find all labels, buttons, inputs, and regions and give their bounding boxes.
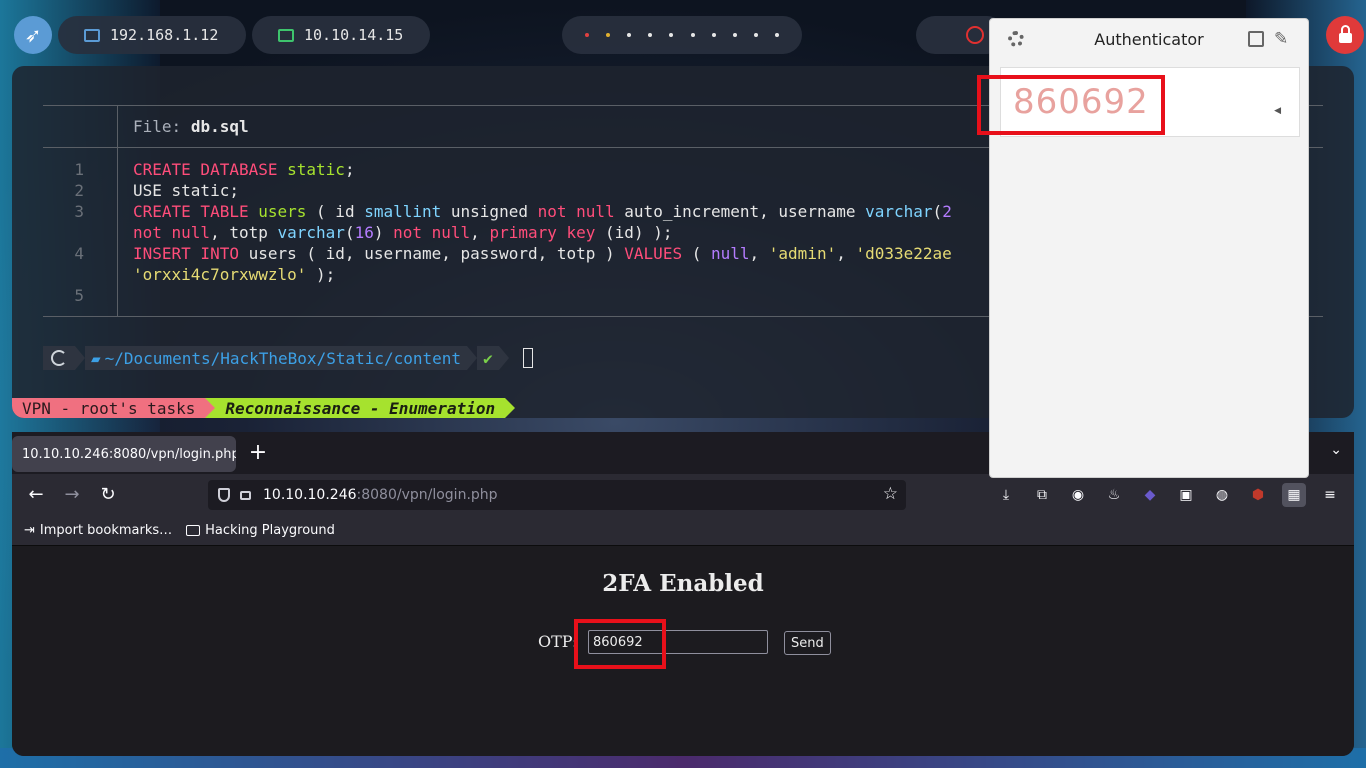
- workspace-dot[interactable]: [775, 33, 780, 37]
- prompt-separator: [498, 346, 509, 370]
- nav-bar: ← → ↻ 10.10.10.246:8080/vpn/login.php ☆ …: [12, 474, 1354, 516]
- extension-cookie-icon[interactable]: ◍: [1210, 483, 1234, 507]
- file-label: File:: [133, 117, 182, 136]
- tab-list-chevron-icon[interactable]: ⌄: [1330, 442, 1342, 458]
- extension-hat-icon[interactable]: ♨: [1102, 483, 1126, 507]
- shell-prompt: ▰ ~/Documents/HackTheBox/Static/content …: [43, 346, 533, 370]
- bookmarks-toolbar: ⇥ Import bookmarks… Hacking Playground: [12, 516, 1354, 546]
- line-number: 1: [74, 160, 84, 179]
- workspace-dot[interactable]: [690, 33, 695, 37]
- task-separator: [205, 398, 216, 418]
- debian-swirl-icon: [51, 350, 67, 366]
- prompt-separator: [75, 346, 85, 370]
- page-title: 2FA Enabled: [602, 570, 764, 597]
- laptop-icon: [278, 28, 294, 42]
- folder-icon: ▰: [91, 348, 101, 368]
- tracking-shield-icon[interactable]: [218, 488, 230, 502]
- local-ip-pill[interactable]: 192.168.1.12: [58, 16, 246, 54]
- code-line-1: CREATE DATABASE static;: [133, 160, 355, 179]
- prompt-path-segment: ▰ ~/Documents/HackTheBox/Static/content: [85, 346, 468, 370]
- check-icon: ✔: [483, 348, 493, 368]
- workspace-switcher[interactable]: [562, 16, 802, 54]
- url-path: :8080/vpn/login.php: [356, 487, 498, 503]
- line-number: 3: [74, 202, 84, 221]
- bookmark-star-icon[interactable]: ☆: [883, 484, 898, 504]
- lock-icon: [1338, 25, 1352, 43]
- launcher-logo-button[interactable]: ➶: [14, 16, 52, 54]
- workspace-dot[interactable]: [732, 33, 737, 37]
- bookmark-hacking-label: Hacking Playground: [205, 523, 335, 538]
- back-button[interactable]: ←: [24, 483, 48, 507]
- code-line-3-wrap: not null, totp varchar(16) not null, pri…: [133, 223, 673, 242]
- pencil-icon[interactable]: ✎: [1274, 29, 1288, 49]
- line-number: 5: [74, 286, 84, 305]
- line-number: 4: [74, 244, 84, 263]
- workspace-dot[interactable]: [711, 33, 716, 37]
- bookmark-import-label: Import bookmarks…: [39, 523, 173, 538]
- workspace-dot[interactable]: [669, 33, 674, 37]
- firefox-window[interactable]: 10.10.10.246:8080/vpn/login.php + ⌄ ← → …: [12, 432, 1354, 756]
- vpn-ip-label: 10.10.14.15: [304, 26, 404, 44]
- workspace-dot[interactable]: [754, 33, 759, 37]
- prompt-path-prefix: ~/Documents/HackTheBox/Static/: [104, 348, 394, 368]
- new-tab-button[interactable]: +: [246, 442, 270, 466]
- downloads-icon[interactable]: ⤓: [994, 483, 1018, 507]
- vpn-ip-pill[interactable]: 10.10.14.15: [252, 16, 430, 54]
- highlight-box-auth-code: [977, 75, 1165, 135]
- url-bar[interactable]: 10.10.10.246:8080/vpn/login.php ☆: [208, 480, 906, 510]
- code-line-4-wrap: 'orxxi4c7orxwwzlo' );: [133, 265, 336, 284]
- menu-hamburger-icon[interactable]: ≡: [1318, 483, 1342, 507]
- import-icon: ⇥: [24, 523, 35, 538]
- folder-icon: [186, 525, 201, 536]
- tab-vpn-login[interactable]: 10.10.10.246:8080/vpn/login.php: [12, 436, 236, 472]
- file-name: db.sql: [190, 117, 249, 136]
- lock-screen-button[interactable]: [1326, 16, 1364, 54]
- bat-gutter-line: [117, 105, 118, 316]
- workspace-dot[interactable]: [584, 33, 589, 37]
- workspace-dot[interactable]: [605, 33, 610, 37]
- extension-cube-icon[interactable]: ◆: [1138, 483, 1162, 507]
- network-icon: [84, 28, 100, 42]
- reload-button[interactable]: ↻: [96, 483, 120, 507]
- send-button[interactable]: Send: [784, 631, 831, 655]
- url-host: 10.10.10.246: [263, 487, 357, 503]
- forward-button[interactable]: →: [60, 483, 84, 507]
- line-number: 2: [74, 181, 84, 200]
- highlight-box-otp-input: [574, 619, 666, 669]
- page-content: 2FA Enabled OTP: Send: [12, 546, 1354, 756]
- vpn-task-label: VPN - root's tasks: [12, 398, 206, 418]
- extension-wappalyzer-icon[interactable]: ▣: [1174, 483, 1198, 507]
- task-separator: [505, 398, 516, 418]
- prompt-separator: [467, 346, 478, 370]
- bookmark-import[interactable]: ⇥ Import bookmarks…: [24, 523, 172, 538]
- extension-mask-icon[interactable]: ◉: [1066, 483, 1090, 507]
- prompt-os-segment: [43, 346, 75, 370]
- code-line-4: INSERT INTO users ( id, username, passwo…: [133, 244, 952, 263]
- countdown-icon: ◀: [1274, 106, 1281, 116]
- scan-qr-icon[interactable]: [1248, 31, 1264, 47]
- prompt-path-current: content: [393, 348, 462, 368]
- prompt-status-segment: ✔: [477, 346, 499, 370]
- code-line-2: USE static;: [133, 181, 239, 200]
- insecure-lock-icon[interactable]: [240, 490, 251, 500]
- bat-file-header: File: db.sql: [133, 117, 249, 136]
- task-statusbar: VPN - root's tasks Reconnaissance - Enum…: [12, 398, 516, 418]
- otp-label: OTP:: [538, 632, 578, 651]
- ublock-origin-icon[interactable]: ⬢: [1246, 483, 1270, 507]
- recon-task-label: Reconnaissance - Enumeration: [215, 398, 506, 418]
- authenticator-qr-icon[interactable]: ▦: [1282, 483, 1306, 507]
- kali-dragon-icon: ➶: [24, 23, 42, 47]
- workspace-dot[interactable]: [648, 33, 653, 37]
- code-line-3: CREATE TABLE users ( id smallint unsigne…: [133, 202, 952, 221]
- bookmark-hacking-playground[interactable]: Hacking Playground: [186, 523, 335, 538]
- local-ip-label: 192.168.1.12: [110, 26, 219, 44]
- authenticator-header: Authenticator ✎: [990, 19, 1308, 59]
- extensions-icon[interactable]: ⧉: [1030, 483, 1054, 507]
- workspace-dot[interactable]: [626, 33, 631, 37]
- terminal-cursor: [522, 348, 533, 368]
- target-icon: [966, 26, 984, 44]
